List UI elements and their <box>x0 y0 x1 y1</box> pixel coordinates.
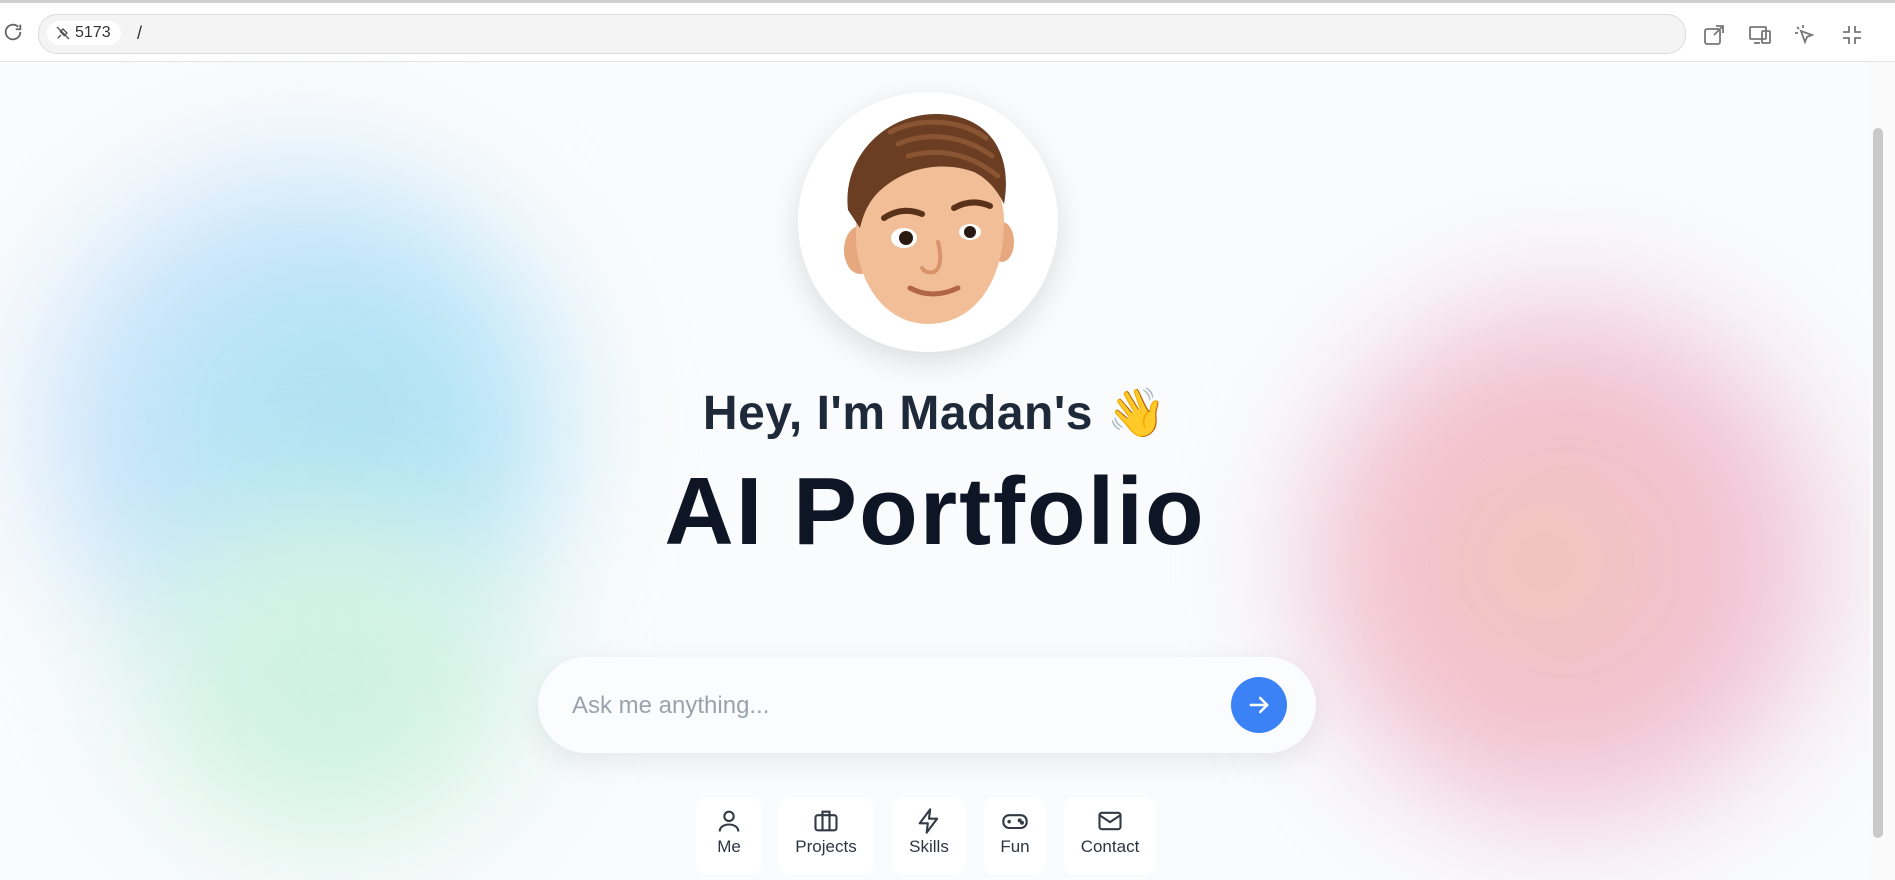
nav-label: Me <box>717 837 741 856</box>
reload-icon[interactable] <box>2 21 24 43</box>
browser-toolbar: 5173 / <box>0 0 1895 62</box>
address-bar[interactable]: 5173 / <box>38 14 1686 54</box>
scrollbar-thumb[interactable] <box>1873 128 1883 838</box>
nav-item-contact[interactable]: Contact <box>1064 797 1156 875</box>
lightning-icon <box>918 808 939 834</box>
briefcase-icon <box>814 810 838 832</box>
send-button[interactable] <box>1231 677 1287 733</box>
memoji-avatar-icon <box>844 114 1014 324</box>
user-icon <box>718 810 740 832</box>
select-element-icon[interactable] <box>1793 23 1817 47</box>
gamepad-icon <box>1002 814 1028 830</box>
greeting-heading: Hey, I'm Madan's 👋 <box>0 384 1870 441</box>
quick-nav: Me Projects Skills Fun Contact <box>0 797 1870 875</box>
nav-label: Projects <box>795 837 857 856</box>
page-title: AI Portfolio <box>664 458 1206 565</box>
wave-hand-icon: 👋 <box>1106 387 1168 440</box>
minimize-icon[interactable] <box>1840 23 1864 47</box>
greeting-text: Hey, I'm Madan's <box>702 387 1093 440</box>
arrow-right-icon <box>1249 696 1269 714</box>
nav-label: Skills <box>909 837 949 856</box>
port-chip[interactable]: 5173 <box>47 21 121 45</box>
nav-item-fun[interactable]: Fun <box>984 797 1046 875</box>
plug-icon <box>56 26 70 40</box>
nav-label: Contact <box>1080 837 1140 856</box>
url-path: / <box>137 23 143 43</box>
nav-item-skills[interactable]: Skills <box>892 797 966 875</box>
chat-input[interactable] <box>570 685 1214 727</box>
open-external-icon[interactable] <box>1702 23 1726 47</box>
mail-icon <box>1098 811 1122 831</box>
port-number: 5173 <box>75 24 111 41</box>
chat-search-bar <box>538 657 1316 753</box>
nav-label: Fun <box>1000 837 1030 856</box>
page-viewport: Hey, I'm Madan's 👋 AI Portfolio Me Proje… <box>0 62 1870 880</box>
device-toggle-icon[interactable] <box>1748 23 1772 47</box>
nav-item-me[interactable]: Me <box>696 797 762 875</box>
avatar <box>798 92 1058 352</box>
nav-item-projects[interactable]: Projects <box>778 797 874 875</box>
